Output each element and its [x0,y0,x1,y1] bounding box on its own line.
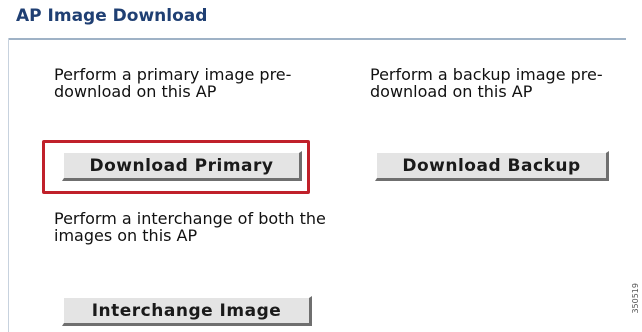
download-backup-button[interactable]: Download Backup [375,151,609,181]
ap-image-download-panel: AP Image Download Perform a primary imag… [0,0,642,332]
primary-predownload-description: Perform a primary image pre-download on … [54,65,292,101]
panel-left-border [8,38,9,332]
section-title: AP Image Download [16,6,208,26]
interchange-image-button[interactable]: Interchange Image [62,296,312,326]
interchange-description: Perform a interchange of both the images… [54,209,326,245]
section-divider [8,38,626,40]
download-primary-button[interactable]: Download Primary [62,151,302,181]
figure-code: 350519 [631,283,640,314]
backup-predownload-description: Perform a backup image pre-download on t… [370,65,603,101]
